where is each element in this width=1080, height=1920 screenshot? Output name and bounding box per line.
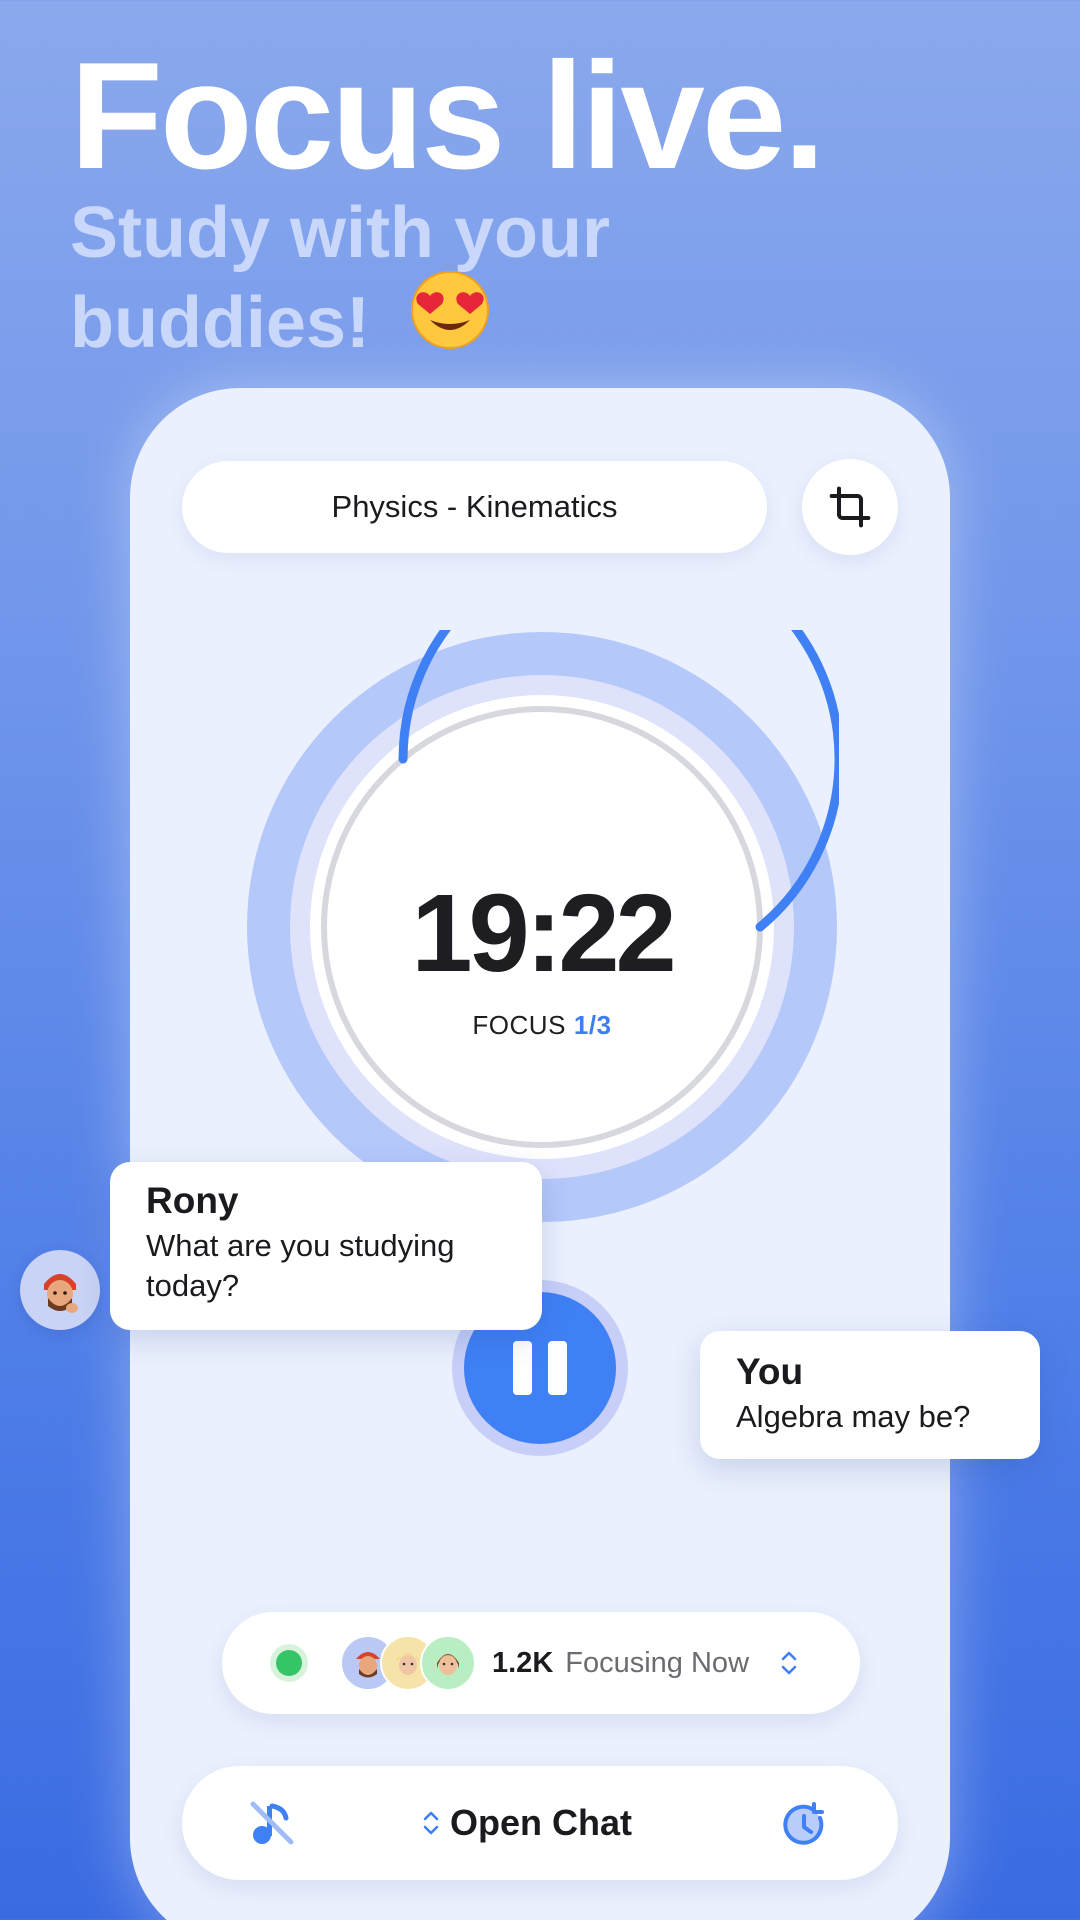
focusing-label: Focusing Now: [565, 1646, 750, 1679]
avatar-rony[interactable]: [20, 1250, 100, 1330]
chat-sender-name: You: [736, 1351, 804, 1392]
chat-message: Algebra may be?: [736, 1399, 971, 1434]
bottom-action-bar: Open Chat: [182, 1766, 898, 1880]
chat-sender-name: Rony: [146, 1180, 239, 1221]
history-button[interactable]: [778, 1798, 830, 1850]
focus-round-label: FOCUS 1/3: [245, 1010, 839, 1041]
heart-eyes-emoji-icon: [408, 268, 492, 373]
chat-bubble-you: You Algebra may be?: [700, 1331, 1040, 1459]
subheadline: Study with your buddies!: [70, 188, 770, 373]
chevron-up-down-icon: [423, 1811, 439, 1835]
online-status-dot: [270, 1644, 308, 1682]
chevron-up-down-icon: [781, 1651, 797, 1675]
chat-bubble-rony: Rony What are you studying today?: [110, 1162, 542, 1330]
focusing-count: 1.2K: [492, 1646, 554, 1679]
open-chat-label: Open Chat: [450, 1802, 633, 1843]
crop-button[interactable]: [802, 459, 898, 555]
avatar: [420, 1635, 476, 1691]
open-chat-button[interactable]: Open Chat: [422, 1766, 632, 1880]
history-icon: [783, 1802, 824, 1845]
focus-timer: 19:22 FOCUS 1/3: [245, 536, 844, 1224]
music-off-icon: [250, 1801, 294, 1845]
timer-display: 19:22: [411, 872, 676, 995]
subheadline-text: Study with your buddies!: [70, 193, 610, 363]
headline: Focus live.: [70, 31, 826, 201]
music-toggle-button[interactable]: [247, 1798, 297, 1848]
topic-selector[interactable]: Physics - Kinematics: [182, 461, 767, 553]
focus-round-count: 1/3: [573, 1010, 612, 1040]
focusing-now-pill[interactable]: 1.2K Focusing Now: [222, 1612, 860, 1714]
chat-message: What are you studying today?: [146, 1228, 455, 1303]
focus-label-text: FOCUS: [472, 1010, 566, 1040]
avatar-stack: [340, 1635, 476, 1691]
crop-icon: [829, 486, 871, 528]
